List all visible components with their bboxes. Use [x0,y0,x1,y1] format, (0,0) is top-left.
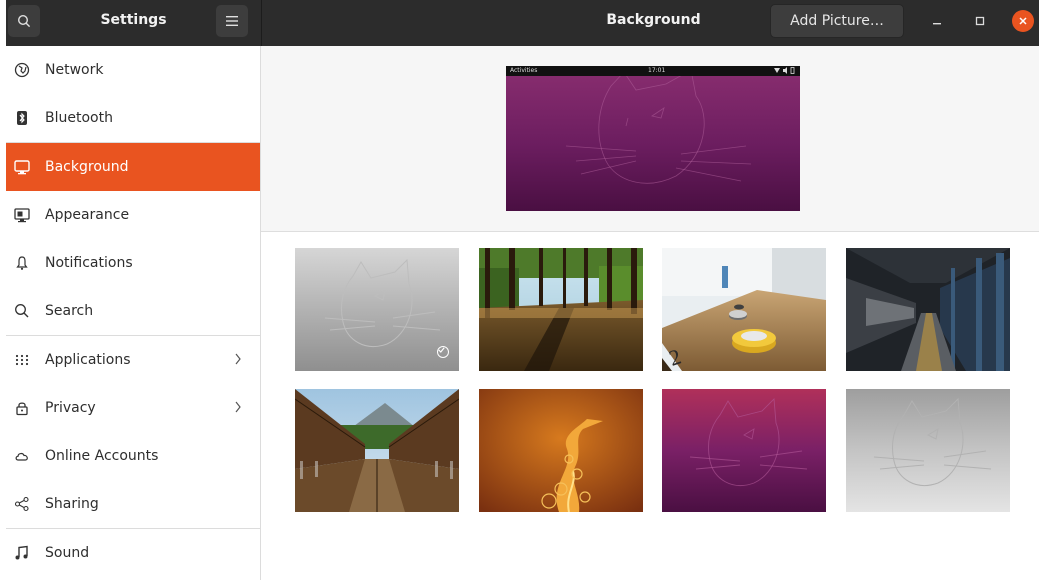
hamburger-icon [226,16,238,26]
preview-top-bar: Activities 17:01 [506,66,800,76]
maximize-icon [975,16,985,26]
sidebar-item-label: Sound [45,545,90,561]
search-icon [14,303,30,319]
sidebar-item-sharing[interactable]: Sharing [6,480,260,528]
wallpaper-grid: 2 [295,248,1011,512]
sidebar-item-applications[interactable]: Applications [6,336,260,384]
music-note-icon [14,545,30,561]
appearance-icon [14,207,30,223]
sidebar-item-online-accounts[interactable]: Online Accounts [6,432,260,480]
preview-activities-label: Activities [510,67,538,74]
sidebar-item-sound[interactable]: Sound [6,529,260,577]
lock-icon [14,400,30,416]
menu-button[interactable] [216,5,248,37]
sidebar-item-label: Background [45,159,129,175]
sidebar-item-search[interactable]: Search [6,287,260,335]
sidebar-item-bluetooth[interactable]: Bluetooth [6,94,260,142]
wallpaper-thumbnail[interactable] [662,389,826,512]
current-background-area: Activities 17:01 [261,46,1039,232]
wallpaper-thumbnail[interactable] [479,248,643,371]
selected-check-icon [437,346,449,358]
sidebar-item-label: Notifications [45,255,133,271]
chevron-right-icon [234,399,242,419]
wallpaper-thumbnail[interactable] [479,389,643,512]
close-icon [1019,17,1027,25]
sidebar-item-label: Search [45,303,94,319]
sidebar-item-label: Network [45,62,104,78]
sidebar-item-appearance[interactable]: Appearance [6,191,260,239]
sidebar-item-network[interactable]: Network [6,46,260,94]
wallpaper-thumbnail[interactable] [846,248,1010,371]
wallpaper-thumbnail[interactable] [295,248,459,371]
maximize-button[interactable] [969,10,991,32]
bluetooth-icon [14,110,30,126]
sidebar-item-notifications[interactable]: Notifications [6,239,260,287]
bell-icon [14,255,30,271]
sidebar-item-label: Bluetooth [45,110,113,126]
preview-clock-label: 17:01 [648,67,666,74]
sidebar-item-label: Sharing [45,496,99,512]
wallpaper-thumbnail[interactable] [846,389,1010,512]
sidebar-item-label: Online Accounts [45,448,159,464]
sidebar-item-label: Appearance [45,207,130,223]
close-button[interactable] [1012,10,1034,32]
sidebar-item-label: Applications [45,352,131,368]
sidebar-header: Settings [6,0,262,46]
chevron-right-icon [234,351,242,371]
network-icon [14,62,30,78]
cloud-icon [14,448,30,464]
sidebar-item-background[interactable]: Background [6,143,260,191]
wallpaper-thumbnail[interactable] [295,389,459,512]
current-background-preview: Activities 17:01 [506,66,800,211]
wallpaper-thumbnail[interactable]: 2 [662,248,826,371]
preview-status-icons [773,67,795,76]
sidebar-item-label: Privacy [45,400,96,416]
add-picture-button[interactable]: Add Picture… [770,4,904,38]
sidebar-item-privacy[interactable]: Privacy [6,384,260,432]
share-icon [14,496,30,512]
header-bar: Settings Background Add Picture… [6,0,1039,46]
minimize-icon [933,23,941,25]
grid-icon [14,352,30,368]
background-icon [14,159,30,175]
sidebar: Network Bluetooth Background Appearance … [6,46,261,580]
page-title: Background [606,12,701,28]
minimize-button[interactable] [926,10,948,32]
